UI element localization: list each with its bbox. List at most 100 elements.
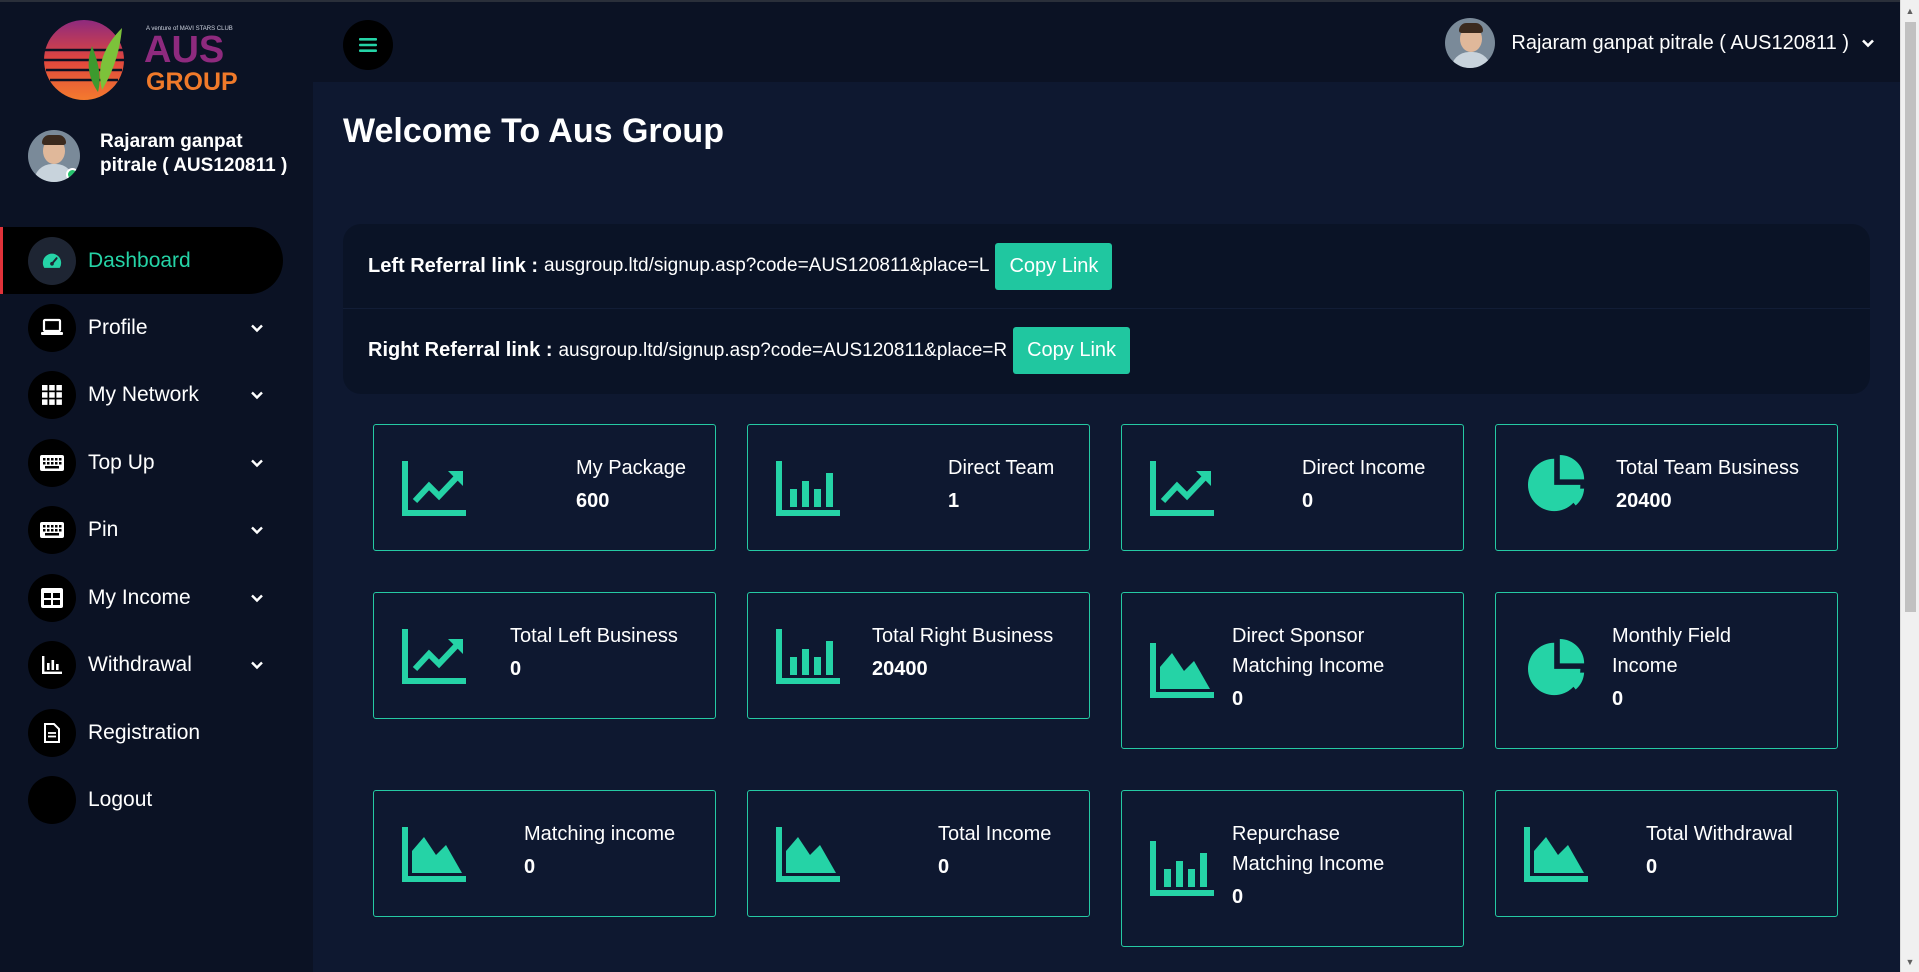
stat-title-line-2: Matching Income	[1232, 655, 1385, 677]
bar-chart-icon	[776, 629, 840, 684]
sidebar-item-label: Withdrawal	[88, 653, 192, 677]
line-chart-icon	[402, 461, 466, 516]
sidebar-user-block: Rajaram ganpat pitrale ( AUS120811 )	[28, 130, 298, 200]
stat-card-total-team-business[interactable]: Total Team Business 20400	[1495, 424, 1838, 551]
sidebar-item-my-income[interactable]: My Income	[0, 564, 313, 632]
stat-card-total-withdrawal[interactable]: Total Withdrawal 0	[1495, 790, 1838, 917]
logout-icon	[28, 776, 76, 825]
aus-group-logo[interactable]: A venture of MAVI STARS CLUB AUS GROUP	[40, 16, 250, 100]
avatar[interactable]	[28, 130, 80, 182]
stat-value: 0	[1646, 856, 1658, 878]
chevron-down-icon[interactable]	[250, 388, 264, 402]
stat-value: 1	[948, 490, 960, 512]
stat-card-my-package[interactable]: My Package 600	[373, 424, 716, 551]
sidebar-menu: Dashboard Profile My Network Top Up Pin …	[0, 227, 313, 834]
stat-title: Direct Income	[1302, 457, 1426, 479]
laptop-icon	[28, 303, 76, 352]
stat-value: 0	[938, 856, 950, 878]
referral-links-panel: Left Referral link : ausgroup.ltd/signup…	[343, 224, 1870, 394]
stat-title-line-1: Repurchase	[1232, 823, 1340, 845]
sidebar-item-label: Pin	[88, 518, 119, 542]
chevron-down-icon[interactable]	[1861, 36, 1875, 50]
pie-chart-icon	[1528, 639, 1585, 696]
stat-value: 0	[1232, 688, 1244, 710]
stat-value: 0	[1232, 886, 1244, 908]
left-referral-label: Left Referral link :	[368, 254, 539, 277]
page-scrollbar[interactable]: ▲ ▼	[1900, 0, 1919, 972]
sidebar-user-name: Rajaram ganpat pitrale ( AUS120811 )	[100, 131, 288, 176]
chevron-down-icon[interactable]	[250, 456, 264, 470]
scroll-down-arrow-icon[interactable]: ▼	[1901, 953, 1919, 970]
stat-title: Total Income	[938, 823, 1052, 845]
bar-chart-icon	[776, 461, 840, 516]
document-icon	[28, 708, 76, 757]
chevron-down-icon[interactable]	[250, 658, 264, 672]
header-user-menu[interactable]: Rajaram ganpat pitrale ( AUS120811 )	[1445, 17, 1875, 69]
chevron-down-icon[interactable]	[250, 321, 264, 335]
sidebar-item-withdrawal[interactable]: Withdrawal	[0, 632, 313, 700]
stat-title: My Package	[576, 457, 687, 479]
menu-toggle-button[interactable]	[343, 20, 393, 70]
stat-title: Direct Team	[948, 457, 1055, 479]
stat-title-line-2: Matching Income	[1232, 853, 1385, 875]
sidebar-item-profile[interactable]: Profile	[0, 294, 313, 362]
scroll-up-arrow-icon[interactable]: ▲	[1901, 2, 1919, 19]
area-chart-icon	[402, 827, 466, 882]
stat-value: 0	[510, 658, 522, 680]
copy-right-link-button[interactable]: Copy Link	[1013, 327, 1131, 374]
left-referral-row: Left Referral link : ausgroup.ltd/signup…	[343, 224, 1870, 308]
right-referral-label: Right Referral link :	[368, 339, 553, 361]
stat-card-total-left-business[interactable]: Total Left Business 0	[373, 592, 716, 719]
bar-chart-icon	[1150, 841, 1214, 896]
sidebar-item-top-up[interactable]: Top Up	[0, 429, 313, 497]
stat-title: Total Withdrawal	[1646, 823, 1793, 845]
stat-card-matching-income[interactable]: Matching income 0	[373, 790, 716, 917]
sidebar-item-label: Logout	[88, 788, 153, 812]
stat-title: Total Team Business	[1616, 457, 1800, 479]
sidebar-item-label: Top Up	[88, 450, 155, 474]
right-referral-row: Right Referral link : ausgroup.ltd/signu…	[343, 308, 1870, 392]
online-status-dot	[66, 168, 79, 181]
stat-title-line-2: Income	[1612, 655, 1678, 677]
copy-left-link-button[interactable]: Copy Link	[995, 242, 1113, 290]
sidebar-item-label: My Income	[88, 585, 191, 609]
line-chart-icon	[402, 629, 466, 684]
stat-card-repurchase-matching-income[interactable]: Repurchase Matching Income 0	[1121, 790, 1464, 947]
hamburger-icon	[359, 38, 377, 52]
sidebar-item-label: Profile	[88, 315, 148, 339]
stat-card-direct-income[interactable]: Direct Income 0	[1121, 424, 1464, 551]
grid-icon	[28, 371, 76, 420]
avatar[interactable]	[1445, 18, 1496, 68]
speedometer-icon	[28, 236, 76, 285]
chevron-down-icon[interactable]	[250, 591, 264, 605]
stat-card-direct-sponsor-matching-income[interactable]: Direct Sponsor Matching Income 0	[1121, 592, 1464, 749]
stat-card-total-right-business[interactable]: Total Right Business 20400	[747, 592, 1090, 719]
left-referral-url[interactable]: ausgroup.ltd/signup.asp?code=AUS120811&p…	[544, 255, 989, 277]
keyboard-icon	[28, 438, 76, 487]
header-user-name: Rajaram ganpat pitrale ( AUS120811 )	[1511, 31, 1849, 54]
line-chart-icon	[1150, 461, 1214, 516]
sidebar-item-label: Registration	[88, 720, 201, 744]
stat-title: Total Right Business	[872, 625, 1054, 647]
sidebar-item-registration[interactable]: Registration	[0, 699, 313, 767]
svg-text:AUS: AUS	[144, 29, 224, 71]
main-content: Welcome To Aus Group Left Referral link …	[313, 82, 1900, 972]
area-chart-icon	[1524, 827, 1588, 882]
stat-value: 20400	[1616, 490, 1672, 512]
keyboard-icon	[28, 506, 76, 555]
svg-text:GROUP: GROUP	[146, 68, 238, 96]
stat-card-total-income[interactable]: Total Income 0	[747, 790, 1090, 917]
sidebar-item-dashboard[interactable]: Dashboard	[0, 227, 283, 294]
pie-chart-icon	[1528, 455, 1585, 512]
sidebar-item-logout[interactable]: Logout	[0, 767, 313, 835]
right-referral-url[interactable]: ausgroup.ltd/signup.asp?code=AUS120811&p…	[558, 340, 1007, 362]
stat-value: 0	[1612, 688, 1624, 710]
stat-title-line-1: Monthly Field	[1612, 625, 1731, 647]
area-chart-icon	[776, 827, 840, 882]
stat-card-direct-team[interactable]: Direct Team 1	[747, 424, 1090, 551]
scroll-thumb[interactable]	[1905, 22, 1916, 612]
chevron-down-icon[interactable]	[250, 523, 264, 537]
stat-card-monthly-field-income[interactable]: Monthly Field Income 0	[1495, 592, 1838, 749]
sidebar-item-my-network[interactable]: My Network	[0, 362, 313, 430]
sidebar-item-pin[interactable]: Pin	[0, 497, 313, 565]
